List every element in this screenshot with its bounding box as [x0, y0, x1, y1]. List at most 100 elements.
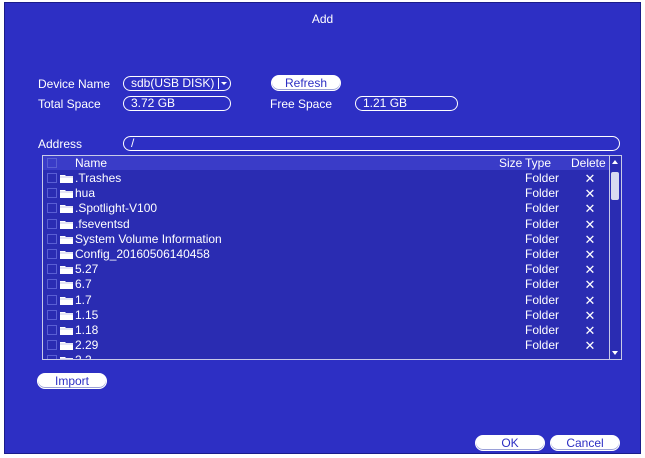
folder-icon — [60, 357, 73, 359]
row-type: Folder — [525, 277, 560, 292]
row-name: 5.27 — [75, 262, 99, 277]
table-row[interactable]: .fseventsd Folder ✕ — [43, 217, 609, 232]
delete-icon[interactable]: ✕ — [583, 308, 597, 323]
delete-icon[interactable]: ✕ — [583, 171, 597, 186]
row-checkbox[interactable] — [47, 203, 57, 214]
row-name: 1.18 — [75, 322, 99, 337]
chevron-down-icon[interactable] — [218, 78, 227, 89]
row-name: 6.7 — [75, 277, 92, 292]
row-type: Folder — [525, 292, 560, 307]
folder-icon — [60, 281, 73, 290]
row-checkbox[interactable] — [47, 340, 57, 351]
address-input[interactable]: / — [123, 136, 620, 151]
refresh-button[interactable]: Refresh — [271, 75, 341, 91]
table-row[interactable]: 2.29 Folder ✕ — [43, 338, 609, 353]
row-name: Config_20160506140458 — [75, 246, 210, 261]
folder-icon — [60, 296, 73, 305]
row-checkbox[interactable] — [47, 294, 57, 305]
free-space-field: 1.21 GB — [355, 96, 458, 111]
row-checkbox[interactable] — [47, 248, 57, 259]
free-space-label: Free Space — [270, 97, 333, 111]
delete-icon[interactable]: ✕ — [583, 186, 597, 201]
import-button[interactable]: Import — [37, 373, 107, 389]
delete-icon[interactable]: ✕ — [583, 247, 597, 262]
header-delete[interactable]: Delete — [571, 156, 606, 170]
row-checkbox[interactable] — [47, 355, 57, 359]
row-type: Folder — [525, 262, 560, 277]
dialog-title: Add — [311, 12, 334, 26]
row-type: Folder — [525, 338, 560, 353]
folder-icon — [60, 266, 73, 275]
file-list-rows: .Trashes Folder ✕ hua Folder ✕ .Spotlight-V100… — [43, 171, 609, 359]
folder-icon — [60, 205, 73, 214]
delete-icon[interactable]: ✕ — [583, 262, 597, 277]
header-size[interactable]: Size — [499, 156, 522, 170]
table-row[interactable]: hua Folder ✕ — [43, 186, 609, 201]
device-name-dropdown[interactable]: sdb(USB DISK) — [123, 76, 231, 91]
scroll-down-icon[interactable] — [610, 347, 621, 359]
row-checkbox[interactable] — [47, 233, 57, 244]
cancel-button[interactable]: Cancel — [550, 435, 620, 451]
row-type: Folder — [525, 322, 560, 337]
row-type: Folder — [525, 231, 560, 246]
row-checkbox[interactable] — [47, 309, 57, 320]
header-type[interactable]: Type — [525, 156, 551, 170]
device-name-value: sdb(USB DISK) — [131, 76, 215, 90]
table-row[interactable]: System Volume Information Folder ✕ — [43, 232, 609, 247]
delete-icon[interactable]: ✕ — [583, 323, 597, 338]
table-row[interactable]: 1.18 Folder ✕ — [43, 323, 609, 338]
row-type: Folder — [525, 216, 560, 231]
row-checkbox[interactable] — [47, 188, 57, 199]
table-row[interactable]: 6.7 Folder ✕ — [43, 277, 609, 292]
folder-icon — [60, 175, 73, 183]
file-list-header: Name Size Type Delete — [43, 156, 609, 170]
row-name: .Spotlight-V100 — [75, 201, 158, 216]
table-row[interactable]: Config_20160506140458 Folder ✕ — [43, 247, 609, 262]
row-name: 1.7 — [75, 292, 92, 307]
table-row[interactable]: .Trashes Folder ✕ — [43, 171, 609, 186]
row-type: Folder — [525, 171, 560, 185]
scrollbar[interactable] — [609, 156, 621, 359]
table-row[interactable]: 5.27 Folder ✕ — [43, 262, 609, 277]
row-name: 2.2 — [75, 353, 92, 359]
folder-icon — [60, 220, 73, 229]
add-dialog: Add Device Name sdb(USB DISK) Refresh To… — [4, 2, 641, 454]
address-label: Address — [38, 137, 83, 151]
table-row[interactable]: 1.7 Folder ✕ — [43, 293, 609, 308]
folder-icon — [60, 235, 73, 244]
row-name: hua — [75, 186, 96, 201]
table-row[interactable]: .Spotlight-V100 Folder ✕ — [43, 201, 609, 216]
header-name[interactable]: Name — [75, 156, 107, 170]
folder-icon — [60, 326, 73, 335]
row-name: 2.29 — [75, 338, 99, 353]
folder-icon — [60, 342, 73, 351]
row-checkbox[interactable] — [47, 173, 57, 183]
device-name-label: Device Name — [38, 77, 111, 91]
row-checkbox[interactable] — [47, 324, 57, 335]
total-space-label: Total Space — [38, 97, 101, 111]
row-name: System Volume Information — [75, 231, 222, 246]
row-type: Folder — [525, 186, 560, 201]
row-name: 1.15 — [75, 307, 99, 322]
scroll-up-icon[interactable] — [610, 156, 621, 168]
delete-icon[interactable]: ✕ — [583, 232, 597, 247]
table-row[interactable]: 1.15 Folder ✕ — [43, 308, 609, 323]
row-checkbox[interactable] — [47, 264, 57, 275]
file-list: Name Size Type Delete .Trashes Folder ✕ hua… — [42, 155, 622, 360]
folder-icon — [60, 311, 73, 320]
row-checkbox[interactable] — [47, 218, 57, 229]
row-type: Folder — [525, 246, 560, 261]
row-checkbox[interactable] — [47, 279, 57, 290]
row-type: Folder — [525, 307, 560, 322]
delete-icon[interactable]: ✕ — [583, 217, 597, 232]
delete-icon[interactable]: ✕ — [583, 201, 597, 216]
ok-button[interactable]: OK — [475, 435, 545, 451]
total-space-field: 3.72 GB — [123, 96, 231, 111]
delete-icon[interactable]: ✕ — [583, 277, 597, 292]
scroll-thumb[interactable] — [611, 172, 619, 200]
delete-icon[interactable]: ✕ — [583, 338, 597, 353]
row-name: .fseventsd — [75, 216, 130, 231]
table-row[interactable]: 2.2 — [43, 353, 609, 359]
delete-icon[interactable]: ✕ — [583, 293, 597, 308]
select-all-checkbox[interactable] — [47, 158, 57, 168]
